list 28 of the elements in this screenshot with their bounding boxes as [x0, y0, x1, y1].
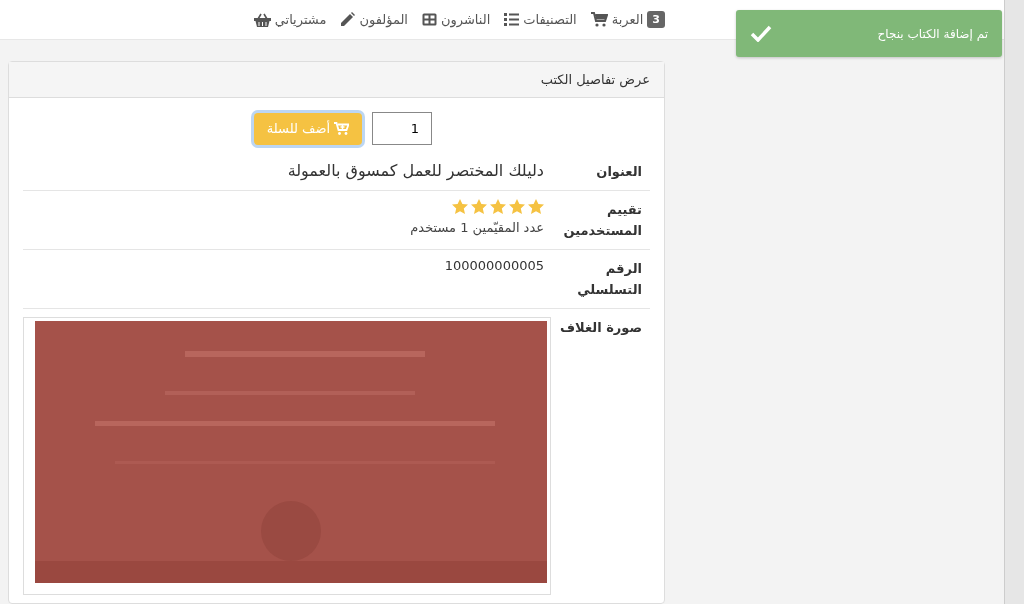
nav-link[interactable]: المؤلفون: [340, 12, 408, 27]
nav-link[interactable]: الناشرون: [422, 12, 491, 27]
toast-message: تم إضافة الكتاب بنجاح: [877, 26, 988, 41]
cart-plus-icon: [334, 122, 350, 135]
field-label: صورة الغلاف: [559, 319, 643, 337]
field-label: الرقم التسلسلي: [576, 260, 643, 299]
book-title: دليلك المختصر للعمل كمسوق بالعمولة: [287, 161, 544, 180]
star-icon: [452, 199, 468, 214]
quantity-field[interactable]: 1: [372, 112, 432, 145]
list-icon: [504, 13, 520, 26]
serial-number: 100000000005: [444, 258, 544, 273]
cart-icon: [590, 12, 608, 27]
table-icon: [422, 13, 437, 26]
rating-count: عدد المقيّمين 1 مستخدم: [410, 220, 544, 235]
count-badge: 3: [647, 11, 665, 28]
pencil-icon: [340, 12, 356, 27]
star-icon: [490, 199, 506, 214]
field-label: تقييم المستخدمين: [562, 201, 643, 240]
field-label: العنوان: [595, 163, 643, 181]
basket-icon: [253, 12, 271, 27]
check-icon: [750, 25, 772, 42]
panel-title: عرض تفاصيل الكتب: [9, 62, 664, 98]
star-icon: [509, 199, 525, 214]
star-icon: [528, 199, 544, 214]
nav-link[interactable]: مشترياتي: [253, 12, 327, 27]
scrollbar[interactable]: [1004, 0, 1024, 604]
star-icon: [471, 199, 487, 214]
nav-link[interactable]: التصنيفات: [504, 12, 577, 27]
